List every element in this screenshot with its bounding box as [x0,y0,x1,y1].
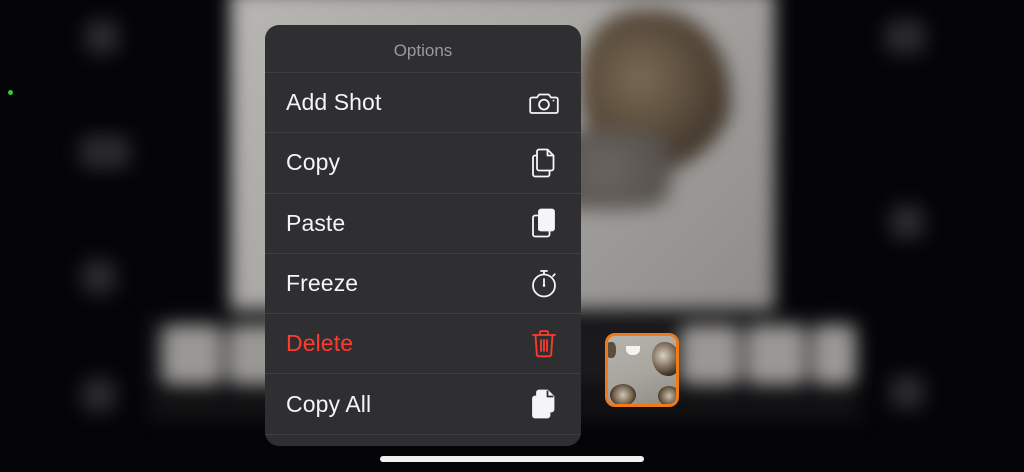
sidebar-control [82,260,116,294]
menu-item-paste[interactable]: Paste [265,194,581,254]
trash-icon [529,329,559,359]
copy-icon [529,148,559,178]
menu-item-label: Copy [286,149,341,176]
menu-item-delete[interactable]: Delete [265,314,581,375]
selected-frame-thumbnail[interactable] [605,333,679,407]
camera-indicator-dot [8,90,13,95]
stopwatch-icon [529,269,559,299]
sidebar-control [885,20,925,54]
timeline-thumbnail [680,325,740,385]
menu-item-freeze[interactable]: Freeze [265,254,581,315]
menu-item-label: Freeze [286,270,359,297]
home-indicator[interactable] [380,456,644,462]
copy-all-icon [529,389,559,419]
options-menu: Options Add Shot Copy Paste Freeze Delet… [265,25,581,446]
menu-item-label: Copy All [286,390,372,417]
sidebar-control [82,378,116,412]
menu-item-label: Add Shot [286,89,382,116]
sidebar-control [890,205,924,239]
menu-title: Options [265,25,581,73]
timeline-thumbnail [812,325,856,385]
menu-item-add-shot[interactable]: Add Shot [265,73,581,134]
sidebar-control [85,20,119,54]
menu-item-label: Paste [286,209,346,236]
sidebar-control [890,375,924,409]
timeline-thumbnail [162,325,222,385]
timeline-thumbnail [746,325,806,385]
paste-icon [529,208,559,238]
menu-item-copy[interactable]: Copy [265,133,581,194]
menu-item-label: Delete [286,330,354,357]
menu-item-copy-all[interactable]: Copy All [265,374,581,435]
sidebar-control [80,135,130,169]
camera-icon [529,88,559,118]
